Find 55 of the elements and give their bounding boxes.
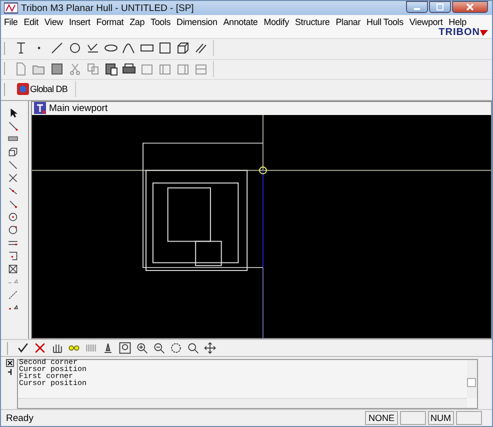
- close-button[interactable]: [452, 1, 488, 13]
- minimize-button[interactable]: [406, 1, 428, 13]
- close-icon: [466, 3, 474, 11]
- circle-icon[interactable]: [67, 40, 83, 56]
- empty-status-pane: [456, 411, 482, 425]
- brand-logo: TRIBON: [438, 27, 488, 38]
- empty-status-pane: [400, 411, 426, 425]
- menu-item[interactable]: Structure: [295, 17, 330, 27]
- menu-item[interactable]: Edit: [24, 17, 38, 27]
- viewport-icon: [34, 102, 46, 114]
- menu-item[interactable]: Annotate: [223, 17, 258, 27]
- menu-item[interactable]: Modify: [264, 17, 289, 27]
- circle-tangent-icon[interactable]: [6, 224, 20, 236]
- database-icon: [17, 83, 29, 95]
- window-title: Tribon M3 Planar Hull - UNTITLED - [SP]: [21, 2, 195, 14]
- status-pane: NUM: [428, 411, 454, 425]
- circle-center-icon[interactable]: [6, 210, 20, 222]
- close-icon[interactable]: [6, 359, 14, 367]
- maximize-icon: [436, 3, 444, 11]
- zoom-in-icon[interactable]: [134, 341, 150, 355]
- intersect-icon[interactable]: [6, 262, 20, 274]
- zoom-previous-icon[interactable]: [185, 341, 201, 355]
- status-message: Ready: [6, 412, 34, 424]
- cross-icon[interactable]: [6, 172, 20, 184]
- maximize-button[interactable]: [429, 1, 451, 13]
- status-pane: NONE: [365, 411, 398, 425]
- printer-icon[interactable]: [121, 60, 137, 76]
- cube-icon[interactable]: [175, 40, 191, 56]
- vertical-scrollbar[interactable]: [467, 360, 477, 398]
- pin-icon[interactable]: [6, 368, 14, 376]
- menu-item[interactable]: Zap: [130, 17, 145, 27]
- menu-item[interactable]: Format: [96, 17, 124, 27]
- global-db-button[interactable]: Global DB: [13, 83, 72, 95]
- line-tool-icon[interactable]: [6, 158, 20, 170]
- zoom-extents-icon[interactable]: [168, 341, 184, 355]
- square-icon[interactable]: [157, 40, 173, 56]
- pan-icon[interactable]: [202, 341, 218, 355]
- zoom-out-icon[interactable]: [151, 341, 167, 355]
- cube-icon[interactable]: [6, 146, 20, 158]
- menu-item[interactable]: View: [44, 17, 63, 27]
- menu-item[interactable]: Insert: [68, 17, 90, 27]
- menu-item[interactable]: Dimension: [176, 17, 218, 27]
- save-icon[interactable]: [49, 60, 65, 76]
- line-tool-icon[interactable]: [6, 120, 20, 132]
- menu-item[interactable]: Viewport: [409, 17, 443, 27]
- zoom-window-icon[interactable]: [117, 341, 133, 355]
- menu-item[interactable]: Planar: [336, 17, 361, 27]
- menu-item[interactable]: Tools: [150, 17, 171, 27]
- menu-item[interactable]: Hull Tools: [366, 17, 404, 27]
- paste-icon[interactable]: [103, 60, 119, 76]
- diagonal-icon[interactable]: [6, 288, 20, 300]
- viewport-title: Main viewport: [49, 102, 108, 114]
- menu-item[interactable]: File: [4, 17, 18, 27]
- line-icon[interactable]: [49, 40, 65, 56]
- menu-item[interactable]: Help: [448, 17, 466, 27]
